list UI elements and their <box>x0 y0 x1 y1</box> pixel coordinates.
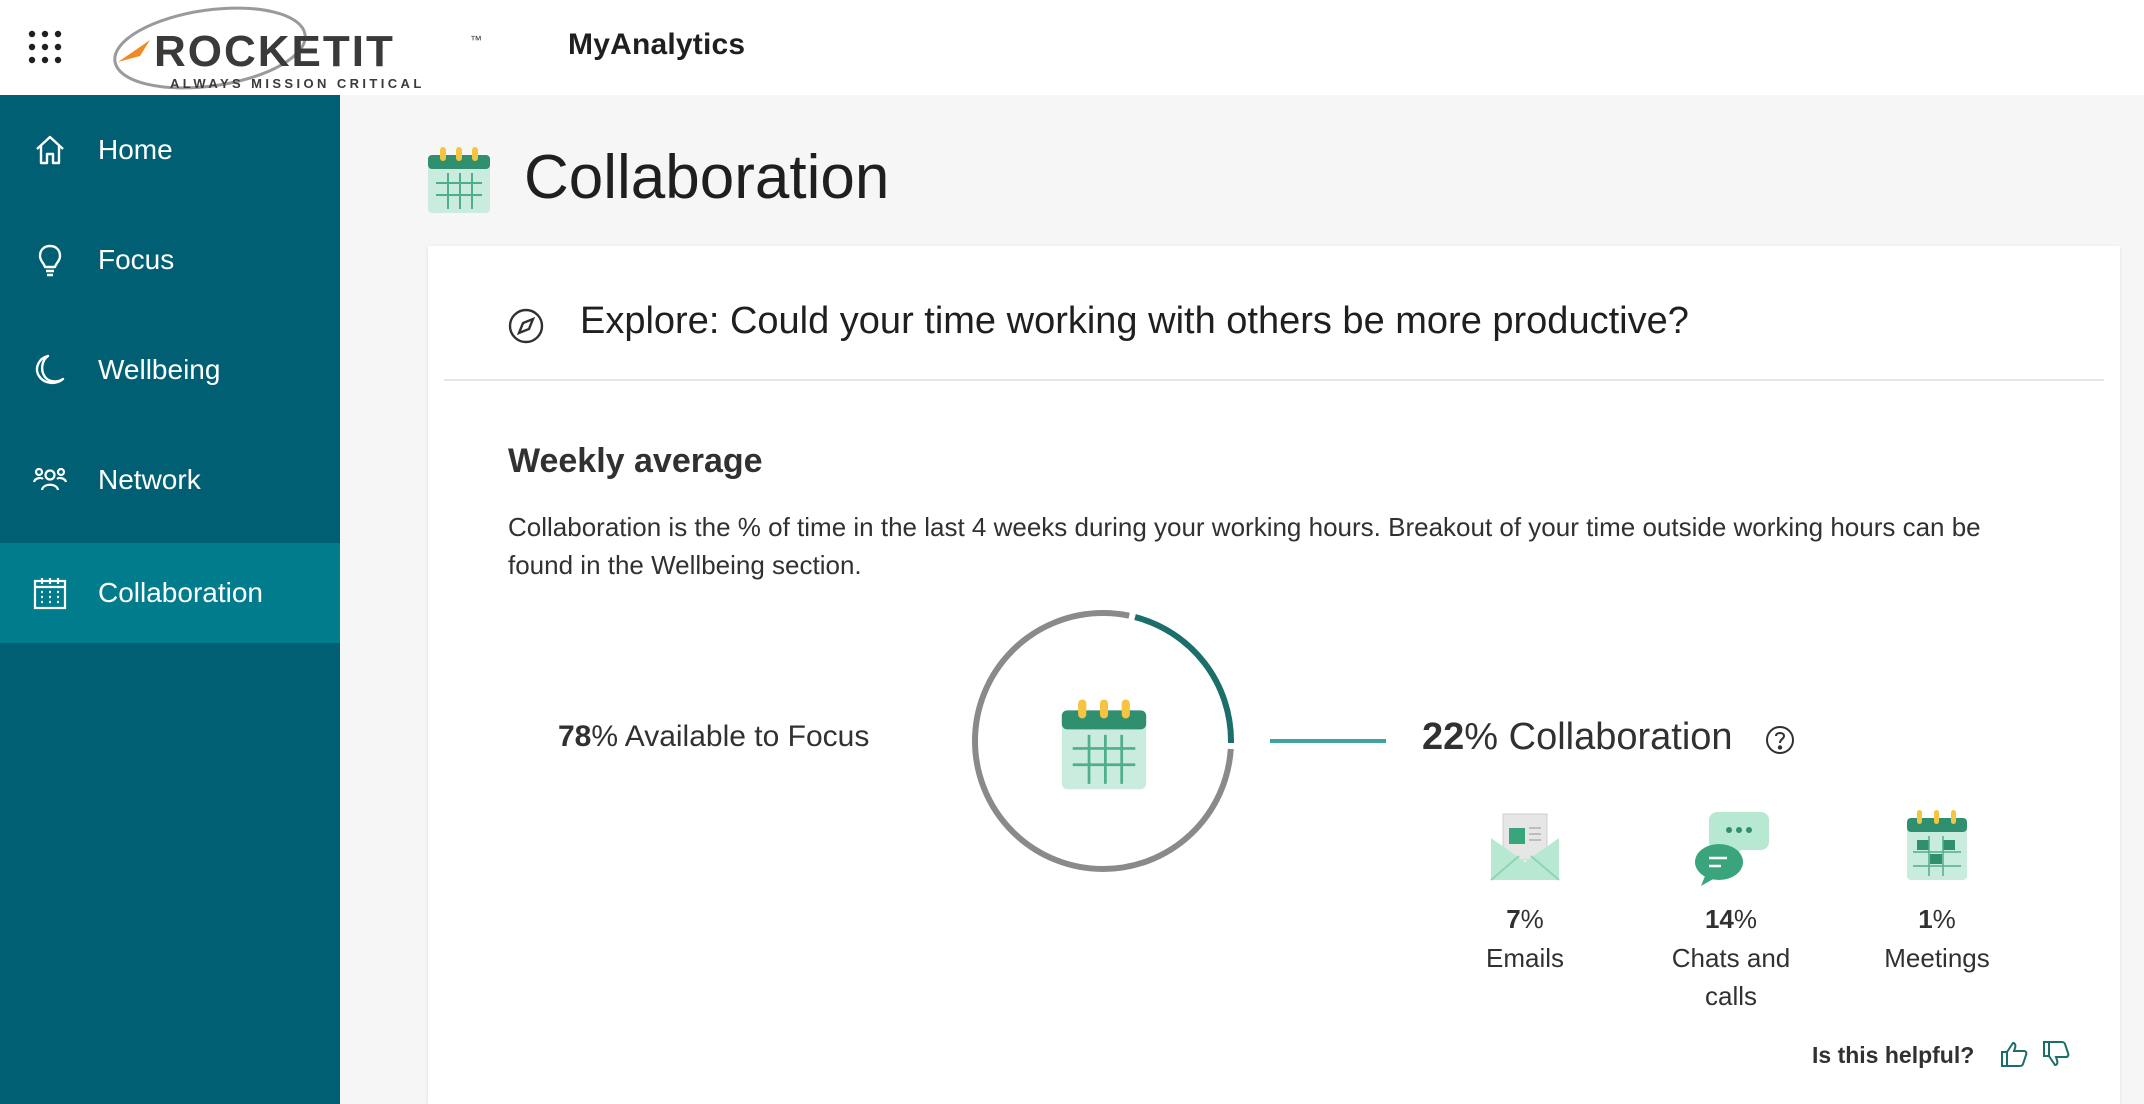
breakdown-item-chats: 14% Chats and calls <box>1646 806 1816 1015</box>
sidebar-item-network[interactable]: Network <box>0 425 340 535</box>
sidebar-item-home[interactable]: Home <box>0 95 340 205</box>
sidebar-item-label: Focus <box>98 244 175 275</box>
connector-line <box>1270 739 1386 743</box>
app-name[interactable]: MyAnalytics <box>568 28 745 62</box>
section-description: Collaboration is the % of time in the la… <box>508 512 1981 580</box>
sidebar-item-label: Network <box>98 464 201 495</box>
calendar-icon <box>1056 694 1152 792</box>
sidebar-item-label: Collaboration <box>98 577 263 608</box>
page-title: Collaboration <box>524 143 890 212</box>
section-title: Weekly average <box>508 442 763 480</box>
breakdown-item-emails: 7% Emails <box>1440 806 1610 977</box>
thumbs-down-icon[interactable] <box>2040 1038 2072 1070</box>
app-launcher-icon[interactable] <box>28 30 62 64</box>
collaboration-label-text: % Collaboration <box>1464 716 1733 758</box>
sidebar-item-label: Wellbeing <box>98 354 221 385</box>
sidebar-item-focus[interactable]: Focus <box>0 205 340 315</box>
meetings-label: Meetings <box>1884 943 1990 973</box>
chats-label: Chats and calls <box>1671 943 1791 1011</box>
collaboration-card: Explore: Could your time working with ot… <box>428 246 2120 1104</box>
top-bar: ROCKETIT ™ ALWAYS MISSION CRITICAL MyAna… <box>0 0 2144 95</box>
compass-icon <box>506 306 546 346</box>
calendar-icon <box>32 575 68 611</box>
meetings-value: 1% <box>1918 904 1956 934</box>
sidebar-item-collaboration[interactable]: Collaboration <box>0 543 340 643</box>
sidebar-nav: Home Focus Wellbeing Network Collaborati… <box>0 95 340 1104</box>
lightbulb-icon <box>32 242 68 278</box>
svg-text:™: ™ <box>470 33 482 47</box>
chats-value: 14% <box>1704 904 1758 934</box>
breakdown-item-meetings: 1% Meetings <box>1852 806 2022 977</box>
focus-percentage-label: 78% Available to Focus <box>558 720 869 754</box>
thumbs-up-icon[interactable] <box>1998 1038 2030 1070</box>
sidebar-item-label: Home <box>98 134 173 165</box>
logo-tagline: ALWAYS MISSION CRITICAL <box>170 76 425 91</box>
feedback-prompt: Is this helpful? <box>1812 1042 1975 1068</box>
email-icon <box>1485 806 1565 886</box>
moon-icon <box>32 352 68 388</box>
collaboration-percentage-label: 22% Collaboration <box>1422 716 1733 759</box>
explore-header[interactable]: Explore: Could your time working with ot… <box>428 246 2120 380</box>
explore-question: Explore: Could your time working with ot… <box>580 300 1689 342</box>
sidebar-item-wellbeing[interactable]: Wellbeing <box>0 315 340 425</box>
help-icon[interactable] <box>1764 724 1796 756</box>
calendar-icon <box>426 143 492 215</box>
company-logo[interactable]: ROCKETIT ™ ALWAYS MISSION CRITICAL <box>110 4 510 92</box>
chat-icon <box>1691 806 1771 886</box>
emails-label: Emails <box>1485 943 1564 973</box>
emails-value: 7% <box>1506 904 1544 934</box>
divider <box>444 379 2104 381</box>
home-icon <box>32 132 68 168</box>
logo-wordmark: ROCKETIT <box>154 27 395 76</box>
collaboration-value: 22 <box>1422 716 1465 758</box>
focus-label-text: % Available to Focus <box>591 720 870 753</box>
people-icon <box>32 462 68 498</box>
focus-value: 78 <box>558 720 592 753</box>
meetings-icon <box>1897 806 1977 886</box>
